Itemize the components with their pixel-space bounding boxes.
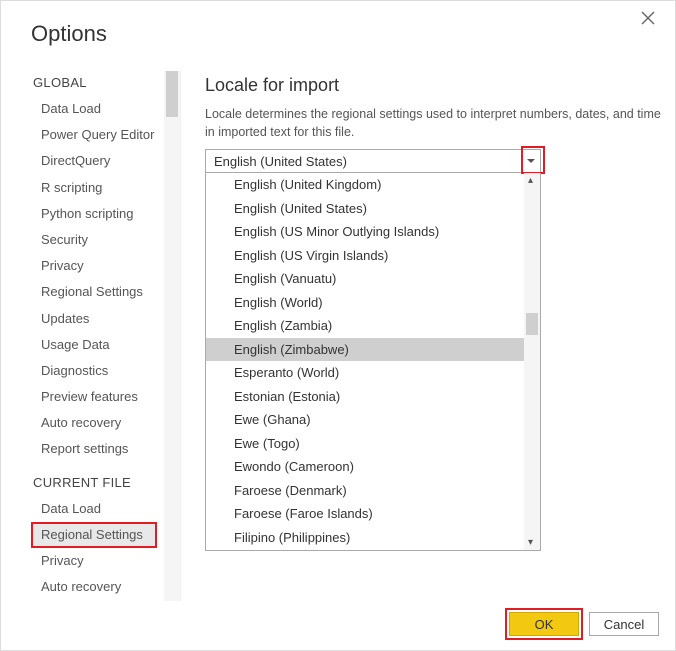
list-item[interactable]: English (Zimbabwe) [206,338,524,362]
list-item[interactable]: Finnish (Finland) [206,549,524,550]
list-item[interactable]: Ewe (Togo) [206,432,524,456]
sidebar-item[interactable]: Usage Data [31,332,157,358]
sidebar-item[interactable]: Auto recovery [31,410,157,436]
list-item[interactable]: Ewe (Ghana) [206,408,524,432]
list-item[interactable]: Ewondo (Cameroon) [206,455,524,479]
list-item[interactable]: Faroese (Faroe Islands) [206,502,524,526]
list-item[interactable]: Esperanto (World) [206,361,524,385]
scroll-down-icon: ▾ [528,537,533,548]
list-item[interactable]: English (World) [206,291,524,315]
list-item[interactable]: English (United States) [206,197,524,221]
sidebar-item[interactable]: Python scripting [31,201,157,227]
list-item[interactable]: English (Zambia) [206,314,524,338]
sidebar-item[interactable]: DirectQuery [31,148,157,174]
sidebar-item[interactable]: Updates [31,306,157,332]
list-item[interactable]: Estonian (Estonia) [206,385,524,409]
sidebar-item[interactable]: Privacy [31,253,157,279]
sidebar-item[interactable]: Data Load [31,96,157,122]
cancel-button[interactable]: Cancel [589,612,659,636]
sidebar-item[interactable]: Report settings [31,436,157,462]
sidebar-item[interactable]: Regional Settings [31,522,157,548]
sidebar-item[interactable]: Diagnostics [31,358,157,384]
sidebar-item[interactable]: Power Query Editor [31,122,157,148]
section-header-global: GLOBAL [33,75,176,90]
sidebar-item[interactable]: Data Load [31,496,157,522]
sidebar: GLOBAL Data LoadPower Query EditorDirect… [31,71,181,601]
list-item[interactable]: English (US Virgin Islands) [206,244,524,268]
sidebar-item[interactable]: Security [31,227,157,253]
listbox-scrollbar[interactable]: ▴ ▾ [524,173,540,550]
section-header-current-file: CURRENT FILE [33,475,176,490]
main-heading: Locale for import [205,75,665,96]
sidebar-scrollbar[interactable]: ▴ [164,71,180,601]
main-panel: Locale for import Locale determines the … [181,71,665,590]
main-description: Locale determines the regional settings … [205,106,665,141]
dialog-title: Options [31,21,107,47]
list-item[interactable]: English (US Minor Outlying Islands) [206,220,524,244]
sidebar-item[interactable]: R scripting [31,175,157,201]
list-item[interactable]: English (Vanuatu) [206,267,524,291]
sidebar-item[interactable]: Preview features [31,384,157,410]
ok-button[interactable]: OK [509,612,579,636]
scroll-up-icon: ▴ [528,175,533,186]
list-item[interactable]: English (United Kingdom) [206,173,524,197]
locale-listbox[interactable]: English (United Kingdom)English (United … [205,173,541,551]
locale-dropdown[interactable]: English (United States) [205,149,541,173]
close-button[interactable] [641,11,661,31]
locale-dropdown-value: English (United States) [206,154,522,169]
sidebar-item[interactable]: Privacy [31,548,157,574]
sidebar-item[interactable]: Auto recovery [31,574,157,600]
list-item[interactable]: Faroese (Denmark) [206,479,524,503]
sidebar-scroll-thumb[interactable] [166,71,178,117]
list-item[interactable]: Filipino (Philippines) [206,526,524,550]
sidebar-item[interactable]: Regional Settings [31,279,157,305]
dropdown-toggle-button[interactable] [522,150,540,172]
listbox-scroll-thumb[interactable] [526,313,538,335]
